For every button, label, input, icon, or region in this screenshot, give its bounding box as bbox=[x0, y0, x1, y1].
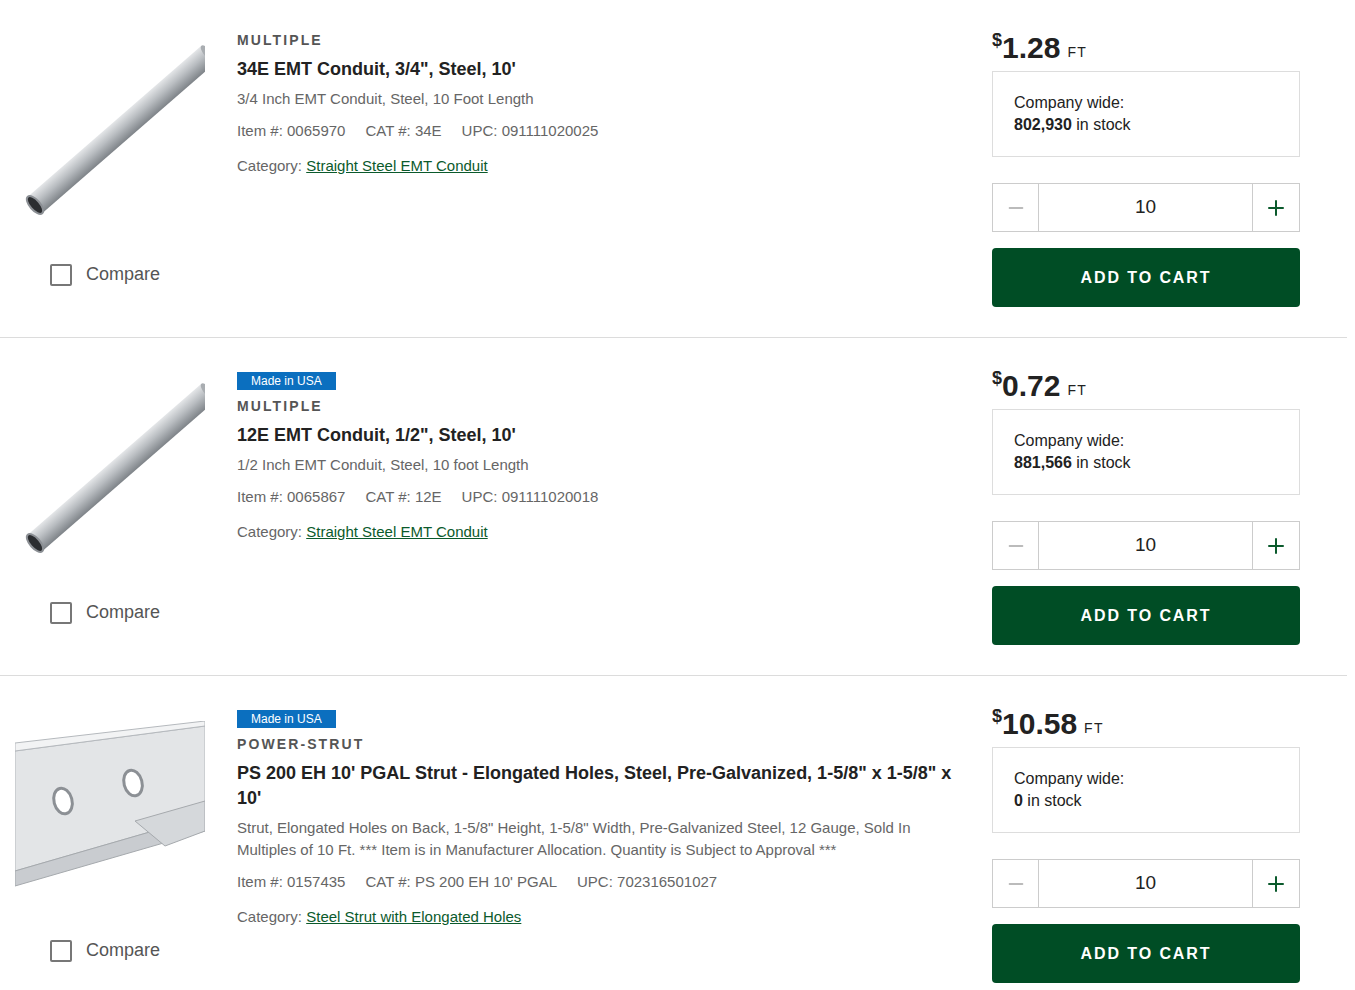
category: Category: Steel Strut with Elongated Hol… bbox=[237, 906, 972, 929]
conduit-image bbox=[15, 383, 205, 563]
made-in-usa-badge: Made in USA bbox=[237, 710, 336, 728]
quantity-input[interactable] bbox=[1039, 522, 1252, 569]
compare-checkbox[interactable]: Compare bbox=[50, 599, 160, 626]
upc: UPC: 091111020018 bbox=[462, 486, 599, 509]
add-to-cart-button[interactable]: ADD TO CART bbox=[992, 248, 1300, 307]
product-info: MULTIPLE 34E EMT Conduit, 3/4", Steel, 10… bbox=[237, 30, 992, 177]
made-in-usa-badge: Made in USA bbox=[237, 372, 336, 390]
increase-button[interactable] bbox=[1252, 860, 1299, 907]
strut-image bbox=[15, 721, 205, 901]
item-number: Item #: 0065867 bbox=[237, 486, 345, 509]
add-to-cart-button[interactable]: ADD TO CART bbox=[992, 924, 1300, 983]
cat-number: CAT #: PS 200 EH 10' PGAL bbox=[365, 871, 557, 894]
stock-box: Company wide:0 in stock bbox=[992, 747, 1300, 833]
product-image-column: Compare bbox=[0, 368, 205, 626]
purchase-panel: $10.58FT Company wide:0 in stock ADD TO CA… bbox=[992, 706, 1300, 983]
item-number: Item #: 0065970 bbox=[237, 120, 345, 143]
upc: UPC: 091111020025 bbox=[462, 120, 599, 143]
brand: MULTIPLE bbox=[237, 396, 972, 417]
product-list-page: Compare MULTIPLE 34E EMT Conduit, 3/4", St… bbox=[0, 0, 1355, 990]
price: $1.28FT bbox=[992, 30, 1300, 66]
category: Category: Straight Steel EMT Conduit bbox=[237, 155, 972, 178]
product-image-column: Compare bbox=[0, 706, 205, 964]
category-link[interactable]: Steel Strut with Elongated Holes bbox=[306, 908, 521, 925]
item-number: Item #: 0157435 bbox=[237, 871, 345, 894]
purchase-panel: $0.72FT Company wide:881,566 in stock ADD … bbox=[992, 368, 1300, 645]
decrease-button[interactable] bbox=[993, 522, 1039, 569]
conduit-image bbox=[15, 45, 205, 225]
compare-checkbox[interactable]: Compare bbox=[50, 261, 160, 288]
product-description: 1/2 Inch EMT Conduit, Steel, 10 foot Len… bbox=[237, 454, 972, 476]
category: Category: Straight Steel EMT Conduit bbox=[237, 521, 972, 544]
decrease-button[interactable] bbox=[993, 860, 1039, 907]
plus-icon bbox=[1264, 196, 1288, 220]
quantity-stepper bbox=[992, 183, 1300, 232]
stock-box: Company wide:802,930 in stock bbox=[992, 71, 1300, 157]
product-codes: Item #: 0065867 CAT #: 12E UPC: 0911110200… bbox=[237, 486, 972, 509]
product-title[interactable]: PS 200 EH 10' PGAL Strut - Elongated Hol… bbox=[237, 761, 972, 811]
product-info: Made in USA MULTIPLE 12E EMT Conduit, 1/2"… bbox=[237, 368, 992, 543]
category-link[interactable]: Straight Steel EMT Conduit bbox=[306, 157, 487, 174]
quantity-stepper bbox=[992, 521, 1300, 570]
upc: UPC: 702316501027 bbox=[577, 871, 717, 894]
checkbox-box[interactable] bbox=[50, 940, 72, 962]
brand: MULTIPLE bbox=[237, 30, 972, 51]
price: $0.72FT bbox=[992, 368, 1300, 404]
plus-icon bbox=[1264, 534, 1288, 558]
product-image-column: Compare bbox=[0, 30, 205, 288]
checkbox-box[interactable] bbox=[50, 602, 72, 624]
product-info: Made in USA POWER-STRUT PS 200 EH 10' PGAL… bbox=[237, 706, 992, 928]
product-row: Compare MULTIPLE 34E EMT Conduit, 3/4", St… bbox=[0, 0, 1347, 338]
product-title[interactable]: 12E EMT Conduit, 1/2", Steel, 10' bbox=[237, 423, 972, 448]
increase-button[interactable] bbox=[1252, 522, 1299, 569]
decrease-button[interactable] bbox=[993, 184, 1039, 231]
product-row: Compare Made in USA MULTIPLE 12E EMT Condui… bbox=[0, 338, 1347, 676]
product-description: Strut, Elongated Holes on Back, 1-5/8" H… bbox=[237, 817, 972, 861]
quantity-input[interactable] bbox=[1039, 184, 1252, 231]
price: $10.58FT bbox=[992, 706, 1300, 742]
minus-icon bbox=[1005, 197, 1027, 219]
product-codes: Item #: 0065970 CAT #: 34E UPC: 0911110200… bbox=[237, 120, 972, 143]
category-link[interactable]: Straight Steel EMT Conduit bbox=[306, 523, 487, 540]
add-to-cart-button[interactable]: ADD TO CART bbox=[992, 586, 1300, 645]
minus-icon bbox=[1005, 535, 1027, 557]
cat-number: CAT #: 34E bbox=[365, 120, 441, 143]
brand: POWER-STRUT bbox=[237, 734, 972, 755]
compare-checkbox[interactable]: Compare bbox=[50, 937, 160, 964]
quantity-stepper bbox=[992, 859, 1300, 908]
quantity-input[interactable] bbox=[1039, 860, 1252, 907]
product-description: 3/4 Inch EMT Conduit, Steel, 10 Foot Len… bbox=[237, 88, 972, 110]
checkbox-box[interactable] bbox=[50, 264, 72, 286]
stock-box: Company wide:881,566 in stock bbox=[992, 409, 1300, 495]
product-codes: Item #: 0157435 CAT #: PS 200 EH 10' PGAL… bbox=[237, 871, 972, 894]
plus-icon bbox=[1264, 872, 1288, 896]
cat-number: CAT #: 12E bbox=[365, 486, 441, 509]
purchase-panel: $1.28FT Company wide:802,930 in stock ADD … bbox=[992, 30, 1300, 307]
product-title[interactable]: 34E EMT Conduit, 3/4", Steel, 10' bbox=[237, 57, 972, 82]
product-row: Compare Made in USA POWER-STRUT PS 200 EH 1… bbox=[0, 676, 1347, 990]
increase-button[interactable] bbox=[1252, 184, 1299, 231]
minus-icon bbox=[1005, 873, 1027, 895]
